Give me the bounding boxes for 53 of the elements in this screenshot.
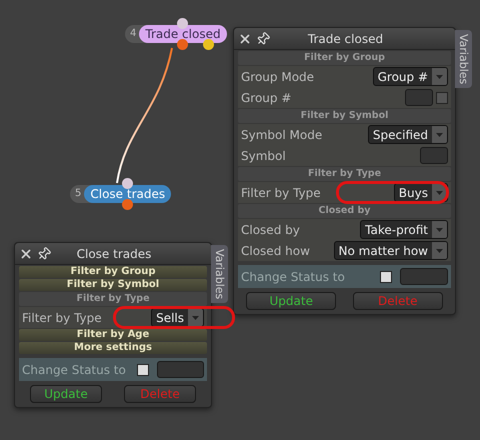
section-header[interactable]: Filter by Age (19, 329, 207, 341)
update-button[interactable]: Update (246, 292, 336, 310)
section-header[interactable]: More settings (19, 342, 207, 354)
variables-tab[interactable]: Variables (455, 30, 472, 88)
field-label: Group # (240, 90, 292, 104)
panel-title: Close trades (76, 246, 152, 260)
section-header[interactable]: Closed by (238, 204, 451, 218)
panel-title: Trade closed (306, 32, 384, 46)
checkbox[interactable] (436, 92, 448, 104)
input-port[interactable] (176, 18, 188, 29)
section-header[interactable]: Filter by Symbol (19, 279, 207, 291)
caret-icon (436, 248, 443, 252)
caret-icon (436, 74, 443, 78)
dropdown[interactable]: Group # (372, 67, 448, 86)
dropdown[interactable]: No matter how (334, 241, 448, 260)
field-label: Symbol (240, 148, 286, 162)
field-label: Symbol Mode (240, 128, 322, 142)
caret-icon (436, 228, 443, 232)
field-label: Group Mode (240, 70, 314, 84)
field-label: Closed how (240, 244, 310, 258)
dropdown[interactable]: Take-profit (360, 220, 448, 239)
input-field[interactable] (400, 268, 448, 285)
node-label[interactable]: Trade closed (139, 25, 227, 43)
close-icon[interactable] (238, 32, 252, 46)
caret-icon (436, 190, 443, 194)
caret-icon (192, 316, 199, 320)
input-field[interactable] (420, 147, 448, 164)
section-header[interactable]: Filter by Group (238, 51, 451, 65)
field-label: Closed by (240, 222, 300, 236)
section-header[interactable]: Filter by Symbol (238, 109, 451, 123)
dropdown[interactable]: Specified (368, 125, 448, 144)
node-label[interactable]: Close trades (84, 185, 172, 203)
output-port[interactable] (122, 199, 133, 210)
delete-button[interactable]: Delete (124, 385, 196, 403)
field-label: Filter by Type (21, 310, 102, 324)
output-port[interactable] (202, 39, 214, 50)
checkbox[interactable] (380, 270, 392, 282)
input-port[interactable] (122, 178, 133, 189)
input-field[interactable] (405, 89, 433, 106)
output-port[interactable] (176, 39, 188, 50)
input-field[interactable] (156, 361, 204, 378)
section-header[interactable]: Filter by Type (19, 292, 207, 306)
close-icon[interactable] (19, 246, 33, 260)
section-header[interactable]: Filter by Group (19, 266, 207, 278)
variables-tab[interactable]: Variables (211, 245, 228, 304)
section-header[interactable]: Filter by Type (238, 167, 451, 181)
checkbox[interactable] (136, 364, 149, 376)
field-label: Filter by Type (240, 186, 321, 200)
status-label: Change Status to (22, 362, 126, 376)
delete-button[interactable]: Delete (352, 292, 443, 310)
update-button[interactable]: Update (30, 385, 102, 403)
status-label: Change Status to (241, 270, 346, 284)
caret-icon (436, 132, 443, 136)
